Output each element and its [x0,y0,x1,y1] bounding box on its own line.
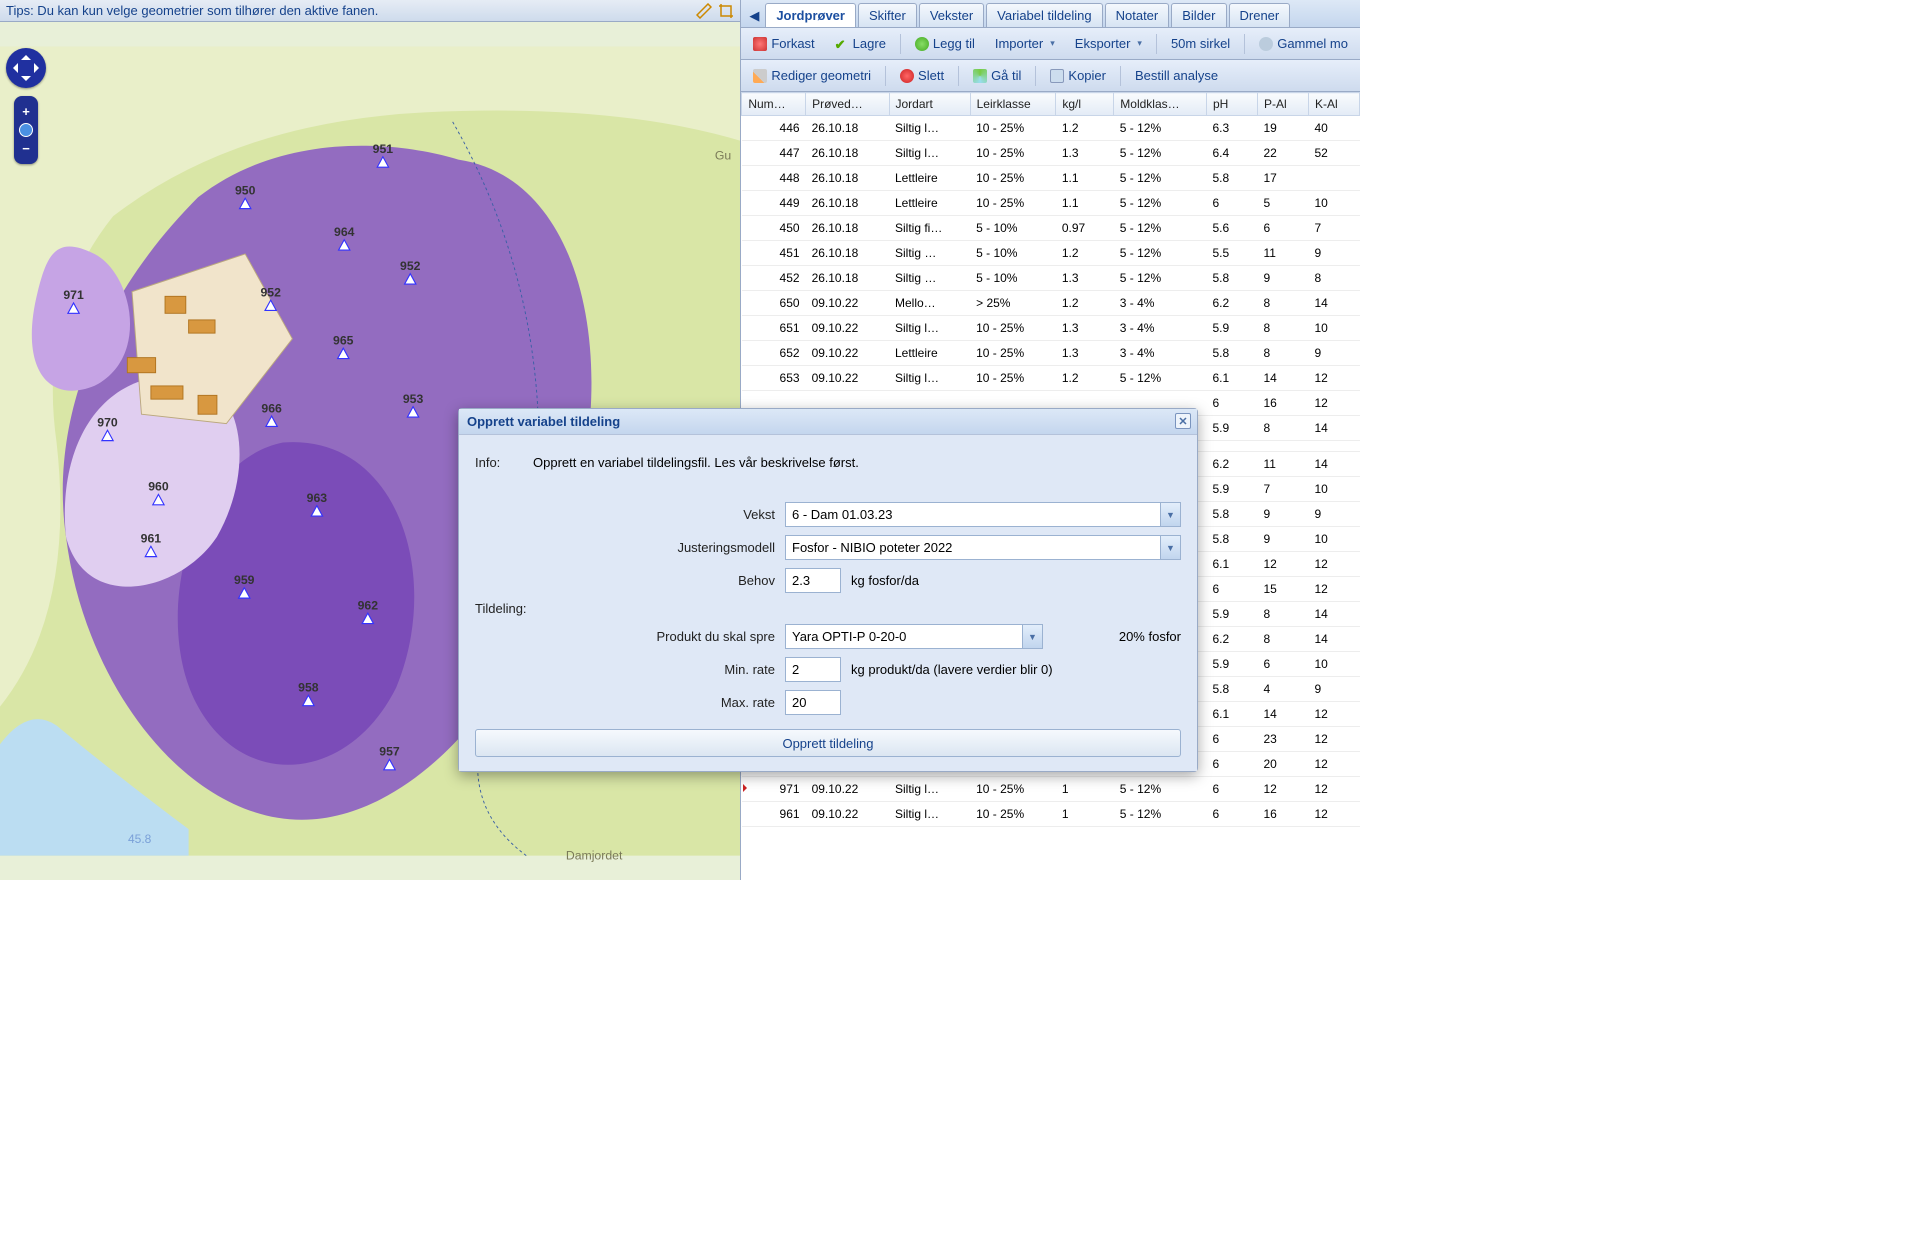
col-header[interactable]: Num… [742,93,806,116]
behov-unit: kg fosfor/da [851,573,919,588]
toolbar-primary: Forkast ✔Lagre Legg til Importer Eksport… [741,28,1360,60]
pan-control[interactable] [6,48,46,88]
svg-text:957: 957 [379,745,400,759]
edit-geometry-button[interactable]: Rediger geometri [747,66,877,85]
chevron-down-icon[interactable]: ▼ [1160,503,1180,526]
copy-button[interactable]: Kopier [1044,66,1112,85]
product-pct: 20% fosfor [1119,629,1181,644]
col-header[interactable]: Prøved… [806,93,889,116]
svg-text:952: 952 [260,285,281,299]
col-header[interactable]: Jordart [889,93,970,116]
table-row[interactable]: 65009.10.22Mello…> 25%1.23 - 4%6.2814 [742,291,1360,316]
table-row[interactable]: 45226.10.18Siltig …5 - 10%1.35 - 12%5.89… [742,266,1360,291]
table-row[interactable]: 45126.10.18Siltig …5 - 10%1.25 - 12%5.51… [742,241,1360,266]
create-vra-dialog: Opprett variabel tildeling ✕ Info: Oppre… [458,408,1198,772]
svg-text:959: 959 [234,573,255,587]
toolbar-secondary: Rediger geometri Slett Gå til Kopier Bes… [741,60,1360,92]
model-label: Justeringsmodell [475,540,775,555]
svg-text:Damjordet: Damjordet [566,848,623,862]
tab-skifter[interactable]: Skifter [858,3,917,27]
tip-bar: Tips: Du kan kun velge geometrier som ti… [0,0,740,22]
model-combo[interactable]: ▼ [785,535,1181,560]
svg-text:971: 971 [63,288,84,302]
svg-text:953: 953 [403,392,424,406]
tab-bilder[interactable]: Bilder [1171,3,1226,27]
tab-vekster[interactable]: Vekster [919,3,984,27]
circle-button[interactable]: 50m sirkel [1165,34,1236,53]
dialog-title[interactable]: Opprett variabel tildeling ✕ [459,409,1197,435]
col-header[interactable]: Leirklasse [970,93,1056,116]
crop-icon[interactable] [718,3,734,19]
svg-text:966: 966 [261,401,282,415]
export-menu[interactable]: Eksporter [1069,34,1148,53]
svg-text:Gu: Gu [715,149,731,163]
col-header[interactable]: K-Al [1308,93,1359,116]
table-row[interactable]: 96109.10.22Siltig l…10 - 25%15 - 12%6161… [742,802,1360,827]
zoom-extent-button[interactable] [19,123,33,137]
tab-row: ◀ JordprøverSkifterVeksterVariabel tilde… [741,0,1360,28]
table-row[interactable]: 44926.10.18Lettleire10 - 25%1.15 - 12%65… [742,191,1360,216]
col-header[interactable]: kg/l [1056,93,1114,116]
svg-text:958: 958 [298,680,319,694]
min-input[interactable] [785,657,841,682]
svg-text:963: 963 [307,491,328,505]
svg-text:964: 964 [334,225,355,239]
measure-icon[interactable] [696,3,712,19]
tip-text: Tips: Du kan kun velge geometrier som ti… [6,3,378,18]
max-input[interactable] [785,690,841,715]
zoom-out-button[interactable]: − [14,141,38,156]
svg-text:950: 950 [235,183,256,197]
svg-text:951: 951 [373,142,394,156]
table-row[interactable]: 97109.10.22Siltig l…10 - 25%15 - 12%6121… [742,777,1360,802]
add-button[interactable]: Legg til [909,34,981,53]
info-label: Info: [475,455,523,470]
behov-label: Behov [475,573,775,588]
create-button[interactable]: Opprett tildeling [475,729,1181,757]
import-menu[interactable]: Importer [989,34,1061,53]
min-unit: kg produkt/da (lavere verdier blir 0) [851,662,1053,677]
table-row[interactable]: 65309.10.22Siltig l…10 - 25%1.25 - 12%6.… [742,366,1360,391]
col-header[interactable]: P-Al [1257,93,1308,116]
svg-text:965: 965 [333,333,354,347]
discard-button[interactable]: Forkast [747,34,820,53]
table-row[interactable]: 44626.10.18Siltig l…10 - 25%1.25 - 12%6.… [742,116,1360,141]
tildeling-label: Tildeling: [475,601,1181,616]
svg-text:960: 960 [148,480,169,494]
table-row[interactable]: 65109.10.22Siltig l…10 - 25%1.33 - 4%5.9… [742,316,1360,341]
close-icon[interactable]: ✕ [1175,413,1191,429]
tab-drener[interactable]: Drener [1229,3,1291,27]
tab-jordprøver[interactable]: Jordprøver [765,3,856,27]
svg-text:952: 952 [400,259,421,273]
col-header[interactable]: Moldklas… [1114,93,1207,116]
chevron-down-icon[interactable]: ▼ [1022,625,1042,648]
product-combo[interactable]: ▼ [785,624,1043,649]
vekst-combo[interactable]: ▼ [785,502,1181,527]
col-header[interactable]: pH [1207,93,1258,116]
map-controls: + − [6,48,46,164]
tab-notater[interactable]: Notater [1105,3,1170,27]
svg-text:970: 970 [97,415,118,429]
min-label: Min. rate [475,662,775,677]
delete-button[interactable]: Slett [894,66,950,85]
order-analysis-button[interactable]: Bestill analyse [1129,66,1224,85]
svg-text:961: 961 [141,531,162,545]
zoom-in-button[interactable]: + [14,104,38,119]
table-row[interactable]: 65209.10.22Lettleire10 - 25%1.33 - 4%5.8… [742,341,1360,366]
behov-input[interactable] [785,568,841,593]
product-label: Produkt du skal spre [475,629,775,644]
oldmode-button[interactable]: Gammel mo [1253,34,1354,53]
max-label: Max. rate [475,695,775,710]
table-row[interactable]: 44826.10.18Lettleire10 - 25%1.15 - 12%5.… [742,166,1360,191]
vekst-label: Vekst [475,507,775,522]
info-text: Opprett en variabel tildelingsfil. Les v… [533,455,859,470]
tab-variabel-tildeling[interactable]: Variabel tildeling [986,3,1102,27]
table-row[interactable]: 45026.10.18Siltig fi…5 - 10%0.975 - 12%5… [742,216,1360,241]
tab-scroll-left[interactable]: ◀ [745,5,763,27]
chevron-down-icon[interactable]: ▼ [1160,536,1180,559]
svg-text:962: 962 [358,598,379,612]
map-coord: 45.8 [128,832,151,846]
goto-button[interactable]: Gå til [967,66,1027,85]
table-row[interactable]: 44726.10.18Siltig l…10 - 25%1.35 - 12%6.… [742,141,1360,166]
save-button[interactable]: ✔Lagre [829,34,892,53]
